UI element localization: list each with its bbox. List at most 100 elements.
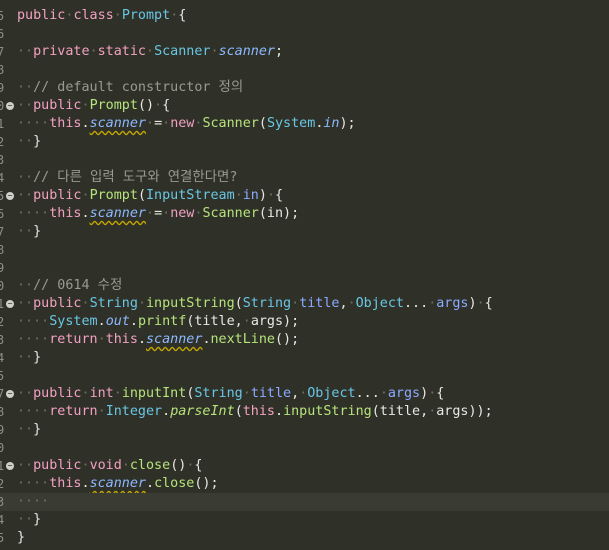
fold-toggle-icon[interactable]: − [6, 390, 14, 398]
code-token: . [137, 332, 146, 347]
code-token: ( [137, 188, 146, 203]
line-number: 5 [0, 9, 5, 23]
fold-toggle-icon[interactable]: − [6, 102, 14, 110]
code-line[interactable]: 3 ···· [0, 493, 609, 511]
code-token: · [89, 44, 98, 59]
code-line[interactable]: 9 ··// default constructor 정의 [0, 79, 609, 97]
code-token: { [484, 296, 493, 311]
code-token: public [33, 386, 82, 401]
code-line[interactable]: 2 ····this.scanner.close(); [0, 475, 609, 493]
code-token: Object [307, 386, 356, 401]
code-token: private [33, 44, 90, 59]
code-token: ... [404, 296, 429, 311]
code-token: // 0614 수정 [33, 278, 123, 293]
code-token: · [146, 44, 155, 59]
code-line[interactable]: 3 ····return·this.scanner.nextLine(); [0, 331, 609, 349]
code-token: · [81, 296, 90, 311]
code-token: this [49, 116, 82, 131]
code-line[interactable]: 6 ····this.scanner·=·new·Scanner(in); [0, 205, 609, 223]
code-text: ··public·void·close()·{ [17, 457, 202, 475]
code-token: . [162, 404, 171, 419]
code-token: ·· [17, 134, 34, 149]
code-line[interactable]: 9 [0, 259, 609, 277]
code-token: int [89, 386, 114, 401]
code-line[interactable]: 7 ··} [0, 223, 609, 241]
line-number: 3 [0, 153, 5, 167]
code-token: (title, [186, 314, 243, 329]
code-text: ··public·String·inputString(String·title… [17, 295, 493, 313]
code-token: , [339, 296, 348, 311]
code-editor[interactable]: 5 public·class·Prompt·{6 7 ··private·static… [0, 0, 609, 550]
code-text: ··// default constructor 정의 [17, 79, 243, 97]
code-token: · [146, 206, 155, 221]
code-token: · [234, 188, 243, 203]
code-token: } [33, 350, 42, 365]
code-token: public [17, 8, 66, 23]
fold-toggle-icon[interactable]: − [6, 300, 14, 308]
code-token: ·· [17, 80, 34, 95]
code-line[interactable]: 3 [0, 151, 609, 169]
code-line[interactable]: 5− ··public·Prompt(InputStream·in)·{ [0, 187, 609, 205]
code-token: . [81, 476, 90, 491]
code-token: (); [194, 476, 219, 491]
code-token: { [178, 8, 187, 23]
code-token: { [436, 386, 445, 401]
code-line[interactable]: 0 ··// 0614 수정 [0, 277, 609, 295]
fold-toggle-icon[interactable]: − [6, 462, 14, 470]
code-line[interactable]: 5 public·class·Prompt·{ [0, 7, 609, 25]
code-token: String [89, 296, 138, 311]
code-token: · [97, 404, 106, 419]
code-token: ( [234, 296, 243, 311]
code-token: ···· [17, 206, 50, 221]
code-text: ··} [17, 421, 41, 439]
code-text: ··// 다른 입력 도구와 연결한다면? [17, 169, 237, 187]
code-token: (); [275, 332, 300, 347]
code-token: · [146, 116, 155, 131]
code-line[interactable]: 8 ····return·Integer.parseInt(this.inputS… [0, 403, 609, 421]
code-line[interactable]: 4 ··} [0, 511, 609, 529]
code-text: ···· [17, 493, 49, 511]
code-text: ··public·int·inputInt(String·title,·Obje… [17, 385, 444, 403]
code-token: return [49, 332, 98, 347]
code-token: . [81, 206, 90, 221]
code-token: . [129, 314, 138, 329]
code-line[interactable]: 8 [0, 241, 609, 259]
code-token: inputString [283, 404, 372, 419]
code-token: String [194, 386, 243, 401]
code-line[interactable]: 0− ··public·Prompt()·{ [0, 97, 609, 115]
code-token: ···· [17, 116, 50, 131]
code-token: ·· [17, 278, 34, 293]
line-number: 8 [0, 405, 5, 419]
code-line[interactable]: 0 [0, 439, 609, 457]
line-number: 8 [0, 63, 5, 77]
code-text: ····return·Integer.parseInt(this.inputSt… [17, 403, 493, 421]
code-line[interactable]: 1− ··public·void·close()·{ [0, 457, 609, 475]
code-line[interactable]: 9 ··} [0, 421, 609, 439]
code-line[interactable]: 7 ··private·static·Scanner·scanner; [0, 43, 609, 61]
code-token: public [33, 98, 82, 113]
code-token: · [347, 296, 356, 311]
code-token: Prompt [89, 98, 138, 113]
code-token: Integer [105, 404, 163, 419]
code-line[interactable]: 6 [0, 25, 609, 43]
code-token: ) [420, 386, 429, 401]
code-token: ·· [17, 44, 34, 59]
code-token: ... [355, 386, 380, 401]
code-token: scanner [89, 206, 146, 221]
code-line[interactable]: 1 ····this.scanner·=·new·Scanner(System.i… [0, 115, 609, 133]
line-number: 0 [0, 279, 5, 293]
code-line[interactable]: 5} [0, 529, 609, 547]
line-number: 3 [0, 495, 5, 509]
code-line[interactable]: 8 [0, 61, 609, 79]
fold-toggle-icon[interactable]: − [6, 192, 14, 200]
code-token: } [33, 422, 42, 437]
code-line[interactable]: 7− ··public·int·inputInt(String·title,·Ob… [0, 385, 609, 403]
code-token: { [194, 458, 203, 473]
code-line[interactable]: 1− ··public·String·inputString(String·tit… [0, 295, 609, 313]
code-line[interactable]: 5 [0, 367, 609, 385]
code-line[interactable]: 4 ··// 다른 입력 도구와 연결한다면? [0, 169, 609, 187]
code-line[interactable]: 4 ··} [0, 349, 609, 367]
code-token: · [97, 332, 106, 347]
code-line[interactable]: 2 ····System.out.printf(title,·args); [0, 313, 609, 331]
code-line[interactable]: 2 ··} [0, 133, 609, 151]
